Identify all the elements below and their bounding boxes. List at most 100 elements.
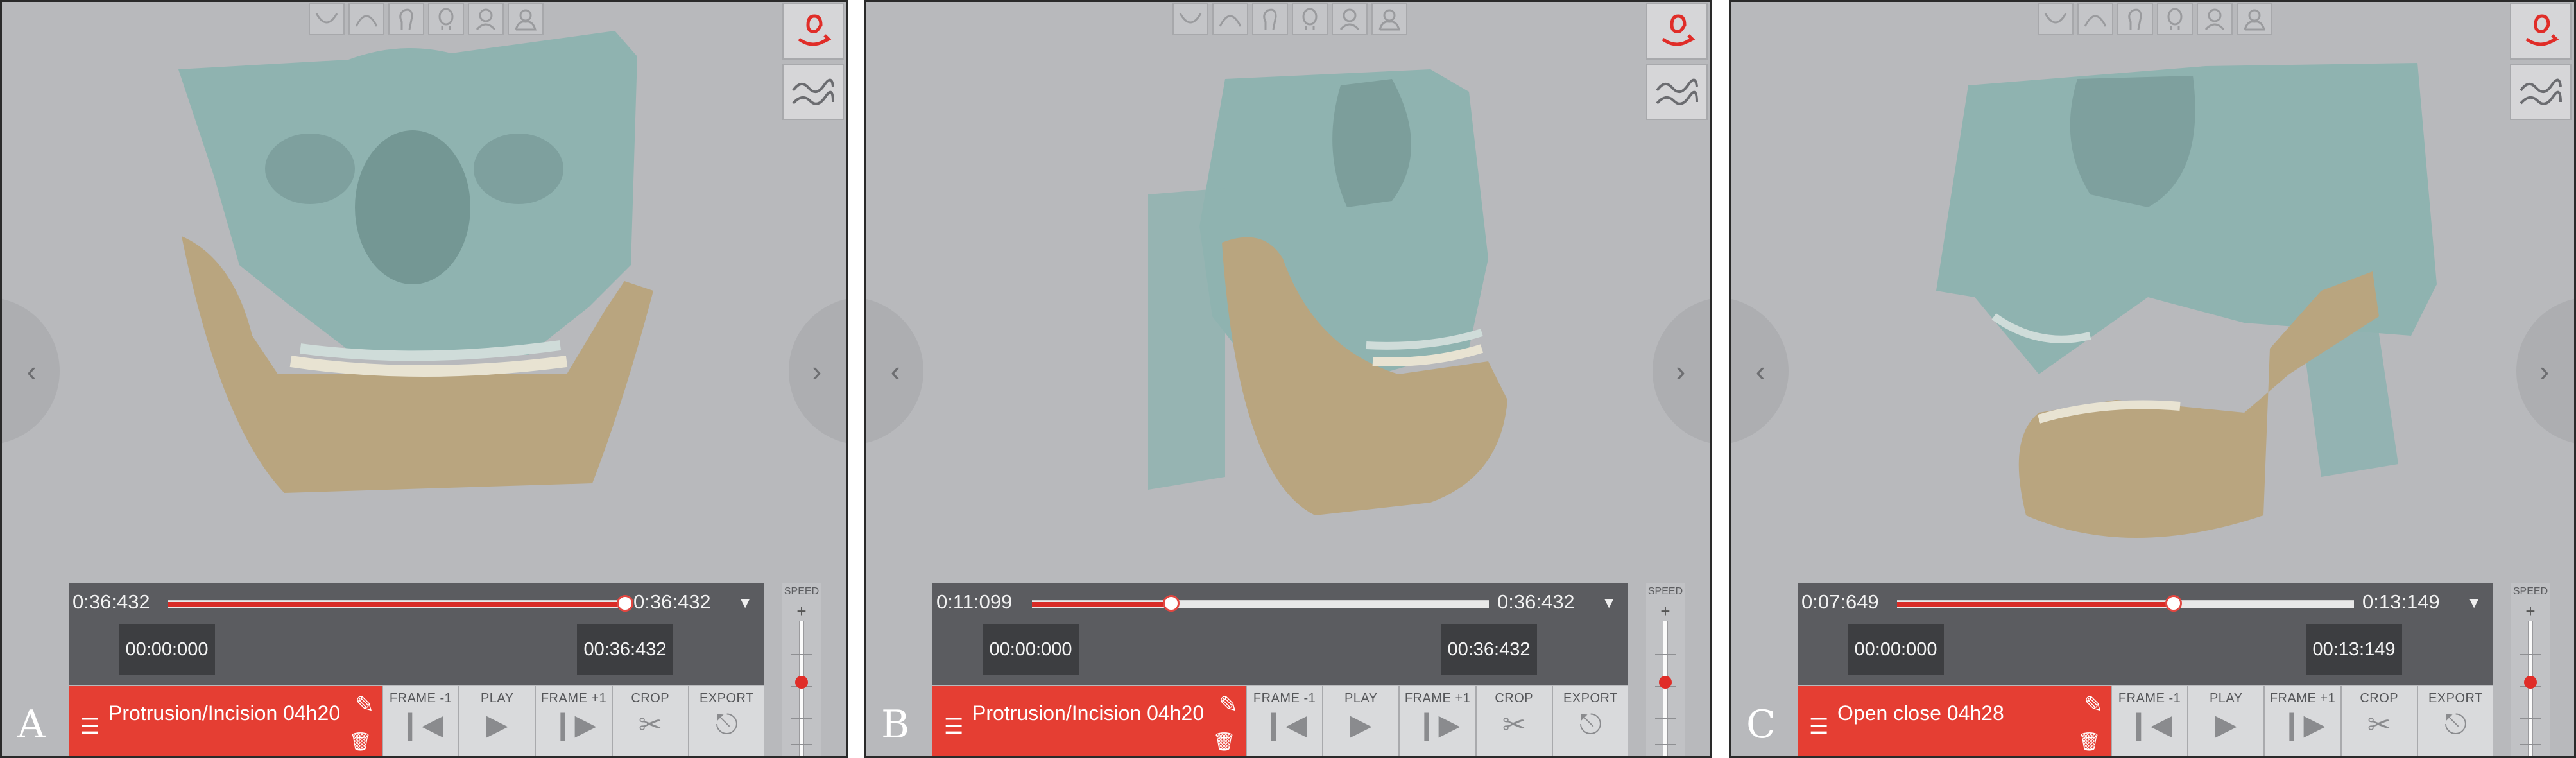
curve-button[interactable]	[1646, 64, 1708, 120]
timeline-handle[interactable]	[1163, 595, 1180, 612]
pencil-icon[interactable]: ✎	[1219, 691, 1238, 718]
play-icon: ▶	[1350, 709, 1372, 741]
previous-view-button[interactable]: ‹	[1731, 297, 1789, 445]
play-button[interactable]: PLAY ▶	[2187, 686, 2264, 756]
speed-slider[interactable]: SPEED +	[1646, 583, 1685, 756]
hamburger-icon[interactable]: ☰	[944, 716, 963, 737]
playback-controls: FRAME -1 ❙◀ PLAY ▶ FRAME +1 ❙▶ CROP ✂ EX…	[2111, 686, 2494, 756]
speed-tick	[2520, 744, 2541, 745]
curve-button[interactable]	[782, 64, 844, 120]
next-view-button[interactable]: ›	[2516, 297, 2574, 445]
export-icon: ⎋	[716, 709, 738, 740]
previous-view-button[interactable]: ‹	[2, 297, 60, 445]
trash-icon[interactable]: 🗑	[348, 731, 372, 752]
caret-down-icon[interactable]: ▼	[2466, 594, 2482, 612]
export-icon: ⎋	[1579, 709, 1602, 740]
export-button[interactable]: EXPORT ⎋	[2416, 686, 2494, 756]
speed-tick	[1655, 718, 1676, 719]
jaw-3d-model[interactable]	[981, 15, 1623, 547]
timeline-handle[interactable]	[617, 595, 633, 612]
pencil-icon[interactable]: ✎	[2084, 691, 2103, 718]
current-time: 0:11:099	[936, 590, 1013, 613]
next-view-button[interactable]: ›	[789, 297, 846, 445]
speed-track[interactable]	[2528, 621, 2533, 756]
scissors-icon: ✂	[1502, 709, 1526, 741]
previous-view-button[interactable]: ‹	[866, 297, 923, 445]
timeline-scrubber[interactable]	[1897, 595, 2354, 612]
play-button[interactable]: PLAY ▶	[1322, 686, 1399, 756]
frame-back-button[interactable]: FRAME -1 ❙◀	[1246, 686, 1323, 756]
export-button[interactable]: EXPORT ⎋	[687, 686, 765, 756]
step-back-icon: ❙◀	[398, 709, 443, 741]
clip-name: Open close 04h28	[1837, 702, 2004, 725]
speed-slider[interactable]: SPEED +	[2511, 583, 2550, 756]
caret-down-icon[interactable]: ▼	[1601, 594, 1617, 612]
speed-handle[interactable]	[2524, 675, 2537, 689]
frame-forward-button[interactable]: FRAME +1 ❙▶	[2263, 686, 2340, 756]
range-end-time[interactable]: 00:13:149	[2306, 624, 2402, 675]
nasal-cavity	[355, 130, 470, 284]
trajectory-icon	[798, 14, 832, 46]
crop-button[interactable]: CROP ✂	[611, 686, 688, 756]
plus-icon: +	[796, 601, 807, 621]
jaw-3d-model[interactable]	[1846, 15, 2488, 547]
timeline-handle[interactable]	[2165, 595, 2182, 612]
next-view-button[interactable]: ›	[1653, 297, 1710, 445]
speed-track[interactable]	[799, 621, 804, 756]
chevron-right-icon: ›	[1676, 354, 1686, 388]
range-start-time[interactable]: 00:00:000	[983, 624, 1079, 675]
viewer-panel-c: ‹ › 0:07:649 0:13:149 ▼ 00:00:000 00:13:…	[1729, 0, 2576, 758]
speed-slider[interactable]: SPEED +	[782, 583, 821, 756]
chevron-left-icon: ‹	[1755, 354, 1765, 388]
clip-bar[interactable]: ☰ Open close 04h28 ✎ 🗑	[1798, 686, 2111, 756]
speed-tick	[791, 744, 812, 745]
speed-track[interactable]	[1663, 621, 1668, 756]
range-end-time[interactable]: 00:36:432	[1441, 624, 1537, 675]
speed-label: SPEED	[784, 586, 820, 597]
timeline-progress	[1897, 602, 2174, 607]
playback-controls: FRAME -1 ❙◀ PLAY ▶ FRAME +1 ❙▶ CROP ✂ EX…	[382, 686, 765, 756]
clip-bar[interactable]: ☰ Protrusion/Incision 04h20 ✎ 🗑	[69, 686, 382, 756]
trajectory-icon	[2525, 14, 2559, 46]
play-button[interactable]: PLAY ▶	[458, 686, 535, 756]
hamburger-icon[interactable]: ☰	[80, 716, 99, 737]
timeline-scrubber[interactable]	[168, 595, 633, 612]
orbit	[1332, 79, 1411, 207]
caret-down-icon[interactable]: ▼	[737, 594, 753, 612]
clip-bar[interactable]: ☰ Protrusion/Incision 04h20 ✎ 🗑	[932, 686, 1246, 756]
export-button[interactable]: EXPORT ⎋	[1551, 686, 1629, 756]
curve-button[interactable]	[2510, 64, 2572, 120]
timeline-progress	[1032, 602, 1172, 607]
frame-forward-button[interactable]: FRAME +1 ❙▶	[535, 686, 612, 756]
range-end-time[interactable]: 00:36:432	[577, 624, 673, 675]
chevron-left-icon: ‹	[890, 354, 900, 388]
playback-controls: FRAME -1 ❙◀ PLAY ▶ FRAME +1 ❙▶ CROP ✂ EX…	[1246, 686, 1629, 756]
step-back-icon: ❙◀	[2127, 709, 2172, 741]
scissors-icon: ✂	[638, 709, 662, 741]
hamburger-icon[interactable]: ☰	[1809, 716, 1828, 737]
crop-button[interactable]: CROP ✂	[2340, 686, 2417, 756]
trash-icon[interactable]: 🗑	[1212, 731, 1235, 752]
trajectory-button[interactable]	[1646, 3, 1708, 60]
speed-label: SPEED	[1647, 586, 1683, 597]
speed-handle[interactable]	[1659, 675, 1672, 689]
timeline-scrubber[interactable]	[1032, 595, 1489, 612]
chevron-right-icon: ›	[2539, 354, 2550, 388]
speed-tick	[1655, 744, 1676, 745]
speed-handle[interactable]	[795, 675, 808, 689]
trajectory-button[interactable]	[782, 3, 844, 60]
wave-curve-icon	[2520, 78, 2562, 105]
trash-icon[interactable]: 🗑	[2077, 731, 2100, 752]
range-start-time[interactable]: 00:00:000	[119, 624, 215, 675]
jaw-3d-model[interactable]	[117, 15, 759, 547]
range-start-time[interactable]: 00:00:000	[1848, 624, 1944, 675]
crop-button[interactable]: CROP ✂	[1475, 686, 1552, 756]
pencil-icon[interactable]: ✎	[355, 691, 374, 718]
frame-forward-button[interactable]: FRAME +1 ❙▶	[1398, 686, 1475, 756]
clip-name: Protrusion/Incision 04h20	[108, 702, 341, 725]
frame-back-button[interactable]: FRAME -1 ❙◀	[2111, 686, 2188, 756]
plus-icon: +	[1660, 601, 1670, 621]
trajectory-button[interactable]	[2510, 3, 2572, 60]
cervical-spine	[1148, 188, 1225, 490]
frame-back-button[interactable]: FRAME -1 ❙◀	[382, 686, 459, 756]
